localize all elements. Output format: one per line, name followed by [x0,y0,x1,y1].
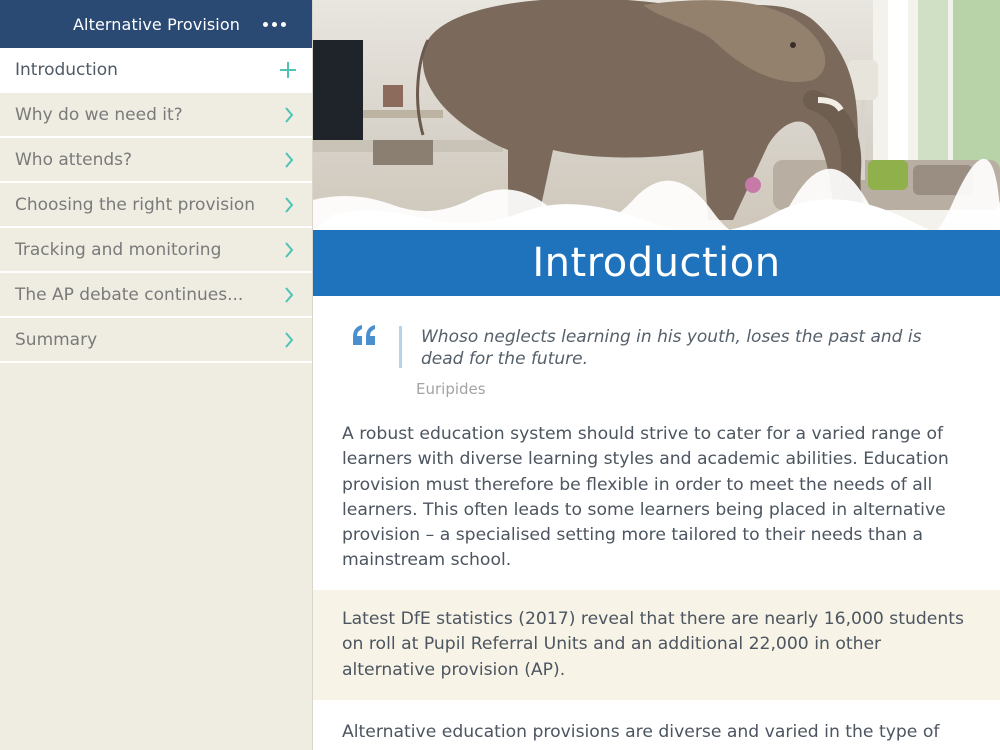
quote-author: Euripides [416,380,486,398]
nav-item-label: Summary [15,329,98,350]
chevron-right-icon [285,152,294,168]
sidebar-header: Alternative Provision [0,0,312,48]
quote-rule [399,326,402,368]
nav-item-label: Why do we need it? [15,104,183,125]
hero-image [313,0,1000,230]
nav-item-label: Choosing the right provision [15,194,255,215]
quote-icon [353,325,375,345]
quote-text: Whoso neglects learning in his youth, lo… [421,327,922,369]
chapter-nav: Introduction Why do we need it? Who atte… [0,48,312,363]
nav-item-choosing[interactable]: Choosing the right provision [0,183,312,228]
nav-item-label: Introduction [15,59,118,80]
elephant-in-room-illustration [313,0,1000,230]
section-title-bar: Introduction [313,230,1000,296]
sidebar: Alternative Provision Introduction Why d… [0,0,313,750]
chevron-right-icon [285,197,294,213]
nav-item-why[interactable]: Why do we need it? [0,93,312,138]
content-pane[interactable]: Introduction Whoso neglects learning in … [313,0,1000,750]
body-paragraph-3: Alternative education provisions are div… [342,722,940,742]
quote-block: Whoso neglects learning in his youth, lo… [313,296,1000,408]
more-icon[interactable] [263,12,286,36]
nav-item-summary[interactable]: Summary [0,318,312,363]
body-paragraph-1: A robust education system should strive … [342,424,949,571]
chevron-right-icon [285,242,294,258]
chevron-right-icon [285,287,294,303]
page-title: Introduction [532,240,781,286]
highlight-paragraph: Latest DfE statistics (2017) reveal that… [313,590,1000,700]
nav-item-label: Tracking and monitoring [15,239,222,260]
nav-item-label: Who attends? [15,149,133,170]
nav-item-introduction[interactable]: Introduction [0,48,312,93]
chevron-right-icon [285,332,294,348]
nav-item-tracking[interactable]: Tracking and monitoring [0,228,312,273]
nav-item-label: The AP debate continues... [15,284,244,305]
nav-item-who-attends[interactable]: Who attends? [0,138,312,183]
nav-item-debate[interactable]: The AP debate continues... [0,273,312,318]
chevron-right-icon [285,107,294,123]
plus-icon[interactable] [278,60,298,80]
